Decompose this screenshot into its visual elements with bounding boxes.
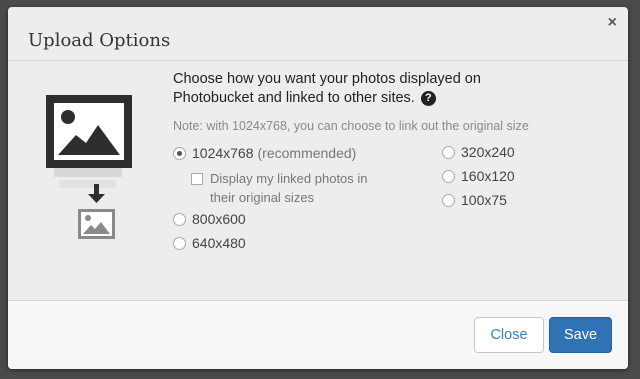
original-size-checkbox[interactable] — [191, 173, 203, 185]
radio-100x75[interactable] — [442, 193, 455, 207]
option-label: 160x120 — [461, 168, 515, 184]
close-icon[interactable]: × — [608, 14, 617, 32]
option-800x600[interactable]: 800x600 — [173, 211, 246, 227]
dialog-title: Upload Options — [28, 30, 171, 51]
help-icon[interactable]: ? — [420, 91, 436, 106]
save-button[interactable]: Save — [549, 317, 612, 353]
original-size-checkbox-row[interactable]: Display my linked photos in their origin… — [191, 169, 390, 207]
option-100x75[interactable]: 100x75 — [442, 192, 507, 208]
option-recommended: (recommended) — [257, 145, 357, 161]
option-1024x768[interactable]: 1024x768 (recommended) — [173, 145, 356, 161]
radio-1024x768[interactable] — [173, 146, 186, 160]
photo-resize-icon — [46, 95, 132, 239]
header-divider — [8, 60, 628, 61]
radio-640x480[interactable] — [173, 236, 186, 250]
option-label: 320x240 — [461, 144, 515, 160]
note-text: Note: with 1024x768, you can choose to l… — [173, 119, 529, 133]
option-label: 1024x768 — [192, 145, 254, 161]
option-label: 100x75 — [461, 192, 507, 208]
option-label: 640x480 — [192, 235, 246, 251]
option-320x240[interactable]: 320x240 — [442, 144, 515, 160]
option-label: 800x600 — [192, 211, 246, 227]
close-button[interactable]: Close — [474, 317, 544, 353]
checkbox-label: Display my linked photos in their origin… — [210, 171, 368, 205]
option-640x480[interactable]: 640x480 — [173, 235, 246, 251]
radio-320x240[interactable] — [442, 145, 455, 159]
upload-options-dialog: Upload Options × Choose how you want you… — [8, 7, 628, 369]
option-160x120[interactable]: 160x120 — [442, 168, 515, 184]
radio-800x600[interactable] — [173, 212, 186, 226]
radio-160x120[interactable] — [442, 169, 455, 183]
dialog-heading: Choose how you want your photos displaye… — [173, 70, 533, 108]
